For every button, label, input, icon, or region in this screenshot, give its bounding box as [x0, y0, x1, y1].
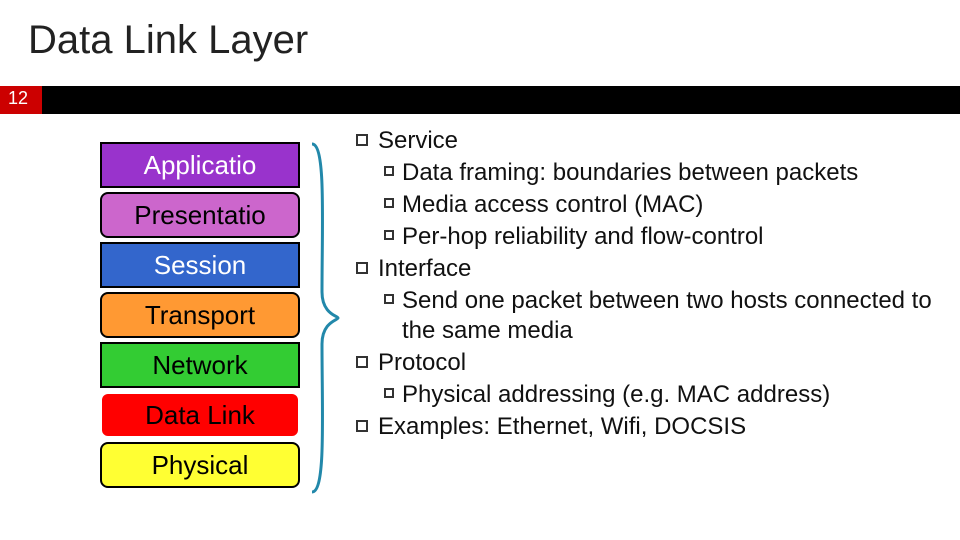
bullet-square-icon [356, 134, 368, 146]
slide-title: Data Link Layer [0, 0, 960, 73]
bullet-square-icon [384, 198, 394, 208]
bullet-service-mac: Media access control (MAC) [384, 190, 960, 220]
bullet-square-icon [356, 262, 368, 274]
bullet-square-icon [384, 166, 394, 176]
layer-presentation: Presentatio [100, 192, 300, 238]
content-area: Applicatio Presentatio Session Transport… [0, 120, 960, 540]
curly-brace-icon [308, 142, 342, 494]
bullet-protocol-addressing: Physical addressing (e.g. MAC address) [384, 380, 960, 410]
layer-session: Session [100, 242, 300, 288]
osi-layer-column: Applicatio Presentatio Session Transport… [0, 120, 330, 540]
layer-data-link: Data Link [100, 392, 300, 438]
bullet-interface-send: Send one packet between two hosts connec… [384, 286, 960, 346]
osi-layer-stack: Applicatio Presentatio Session Transport… [100, 142, 300, 488]
bullet-service-framing: Data framing: boundaries between packets [384, 158, 960, 188]
heading-protocol: Protocol [356, 348, 960, 378]
layer-physical: Physical [100, 442, 300, 488]
layer-transport: Transport [100, 292, 300, 338]
layer-application: Applicatio [100, 142, 300, 188]
layer-network: Network [100, 342, 300, 388]
bullet-square-icon [384, 294, 394, 304]
slide-number: 12 [8, 88, 28, 109]
heading-service: Service [356, 126, 960, 156]
heading-interface: Interface [356, 254, 960, 284]
heading-examples: Examples: Ethernet, Wifi, DOCSIS [356, 412, 960, 442]
bullet-square-icon [356, 356, 368, 368]
bullet-service-reliability: Per-hop reliability and flow-control [384, 222, 960, 252]
bullet-square-icon [356, 420, 368, 432]
title-underline-black [0, 86, 960, 114]
bullet-content: Service Data framing: boundaries between… [330, 120, 960, 540]
bullet-square-icon [384, 388, 394, 398]
bullet-square-icon [384, 230, 394, 240]
